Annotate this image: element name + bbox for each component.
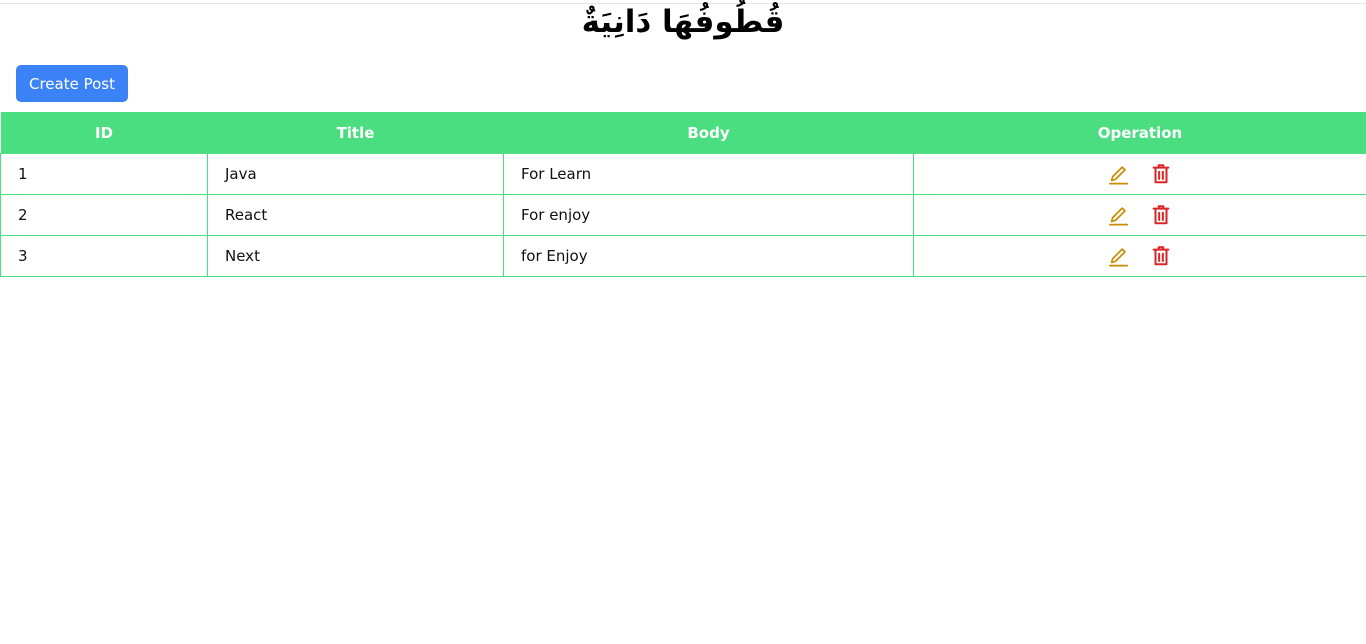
table-row: 2 React For enjoy bbox=[0, 194, 1366, 236]
pencil-icon[interactable] bbox=[1108, 245, 1130, 267]
cell-title: Next bbox=[207, 235, 504, 277]
column-header-id: ID bbox=[0, 112, 208, 154]
cell-id: 1 bbox=[0, 153, 208, 195]
cell-operation bbox=[913, 194, 1366, 236]
trash-icon[interactable] bbox=[1150, 163, 1172, 185]
cell-id: 3 bbox=[0, 235, 208, 277]
create-post-button[interactable]: Create Post bbox=[16, 65, 128, 102]
trash-icon[interactable] bbox=[1150, 245, 1172, 267]
table-row: 3 Next for Enjoy bbox=[0, 235, 1366, 277]
pencil-icon[interactable] bbox=[1108, 204, 1130, 226]
cell-id: 2 bbox=[0, 194, 208, 236]
column-header-title: Title bbox=[207, 112, 504, 154]
pencil-icon[interactable] bbox=[1108, 163, 1130, 185]
cell-title: Java bbox=[207, 153, 504, 195]
cell-body: For enjoy bbox=[503, 194, 914, 236]
cell-title: React bbox=[207, 194, 504, 236]
cell-operation bbox=[913, 235, 1366, 277]
cell-body: for Enjoy bbox=[503, 235, 914, 277]
page-title: قُطُوفُهَا دَانِيَةٌ bbox=[581, 4, 785, 40]
cell-body: For Learn bbox=[503, 153, 914, 195]
posts-table: ID Title Body Operation 1 Java For Learn bbox=[0, 112, 1366, 277]
cell-operation bbox=[913, 153, 1366, 195]
column-header-operation: Operation bbox=[913, 112, 1366, 154]
trash-icon[interactable] bbox=[1150, 204, 1172, 226]
table-row: 1 Java For Learn bbox=[0, 153, 1366, 195]
table-header-row: ID Title Body Operation bbox=[0, 112, 1366, 154]
column-header-body: Body bbox=[503, 112, 914, 154]
